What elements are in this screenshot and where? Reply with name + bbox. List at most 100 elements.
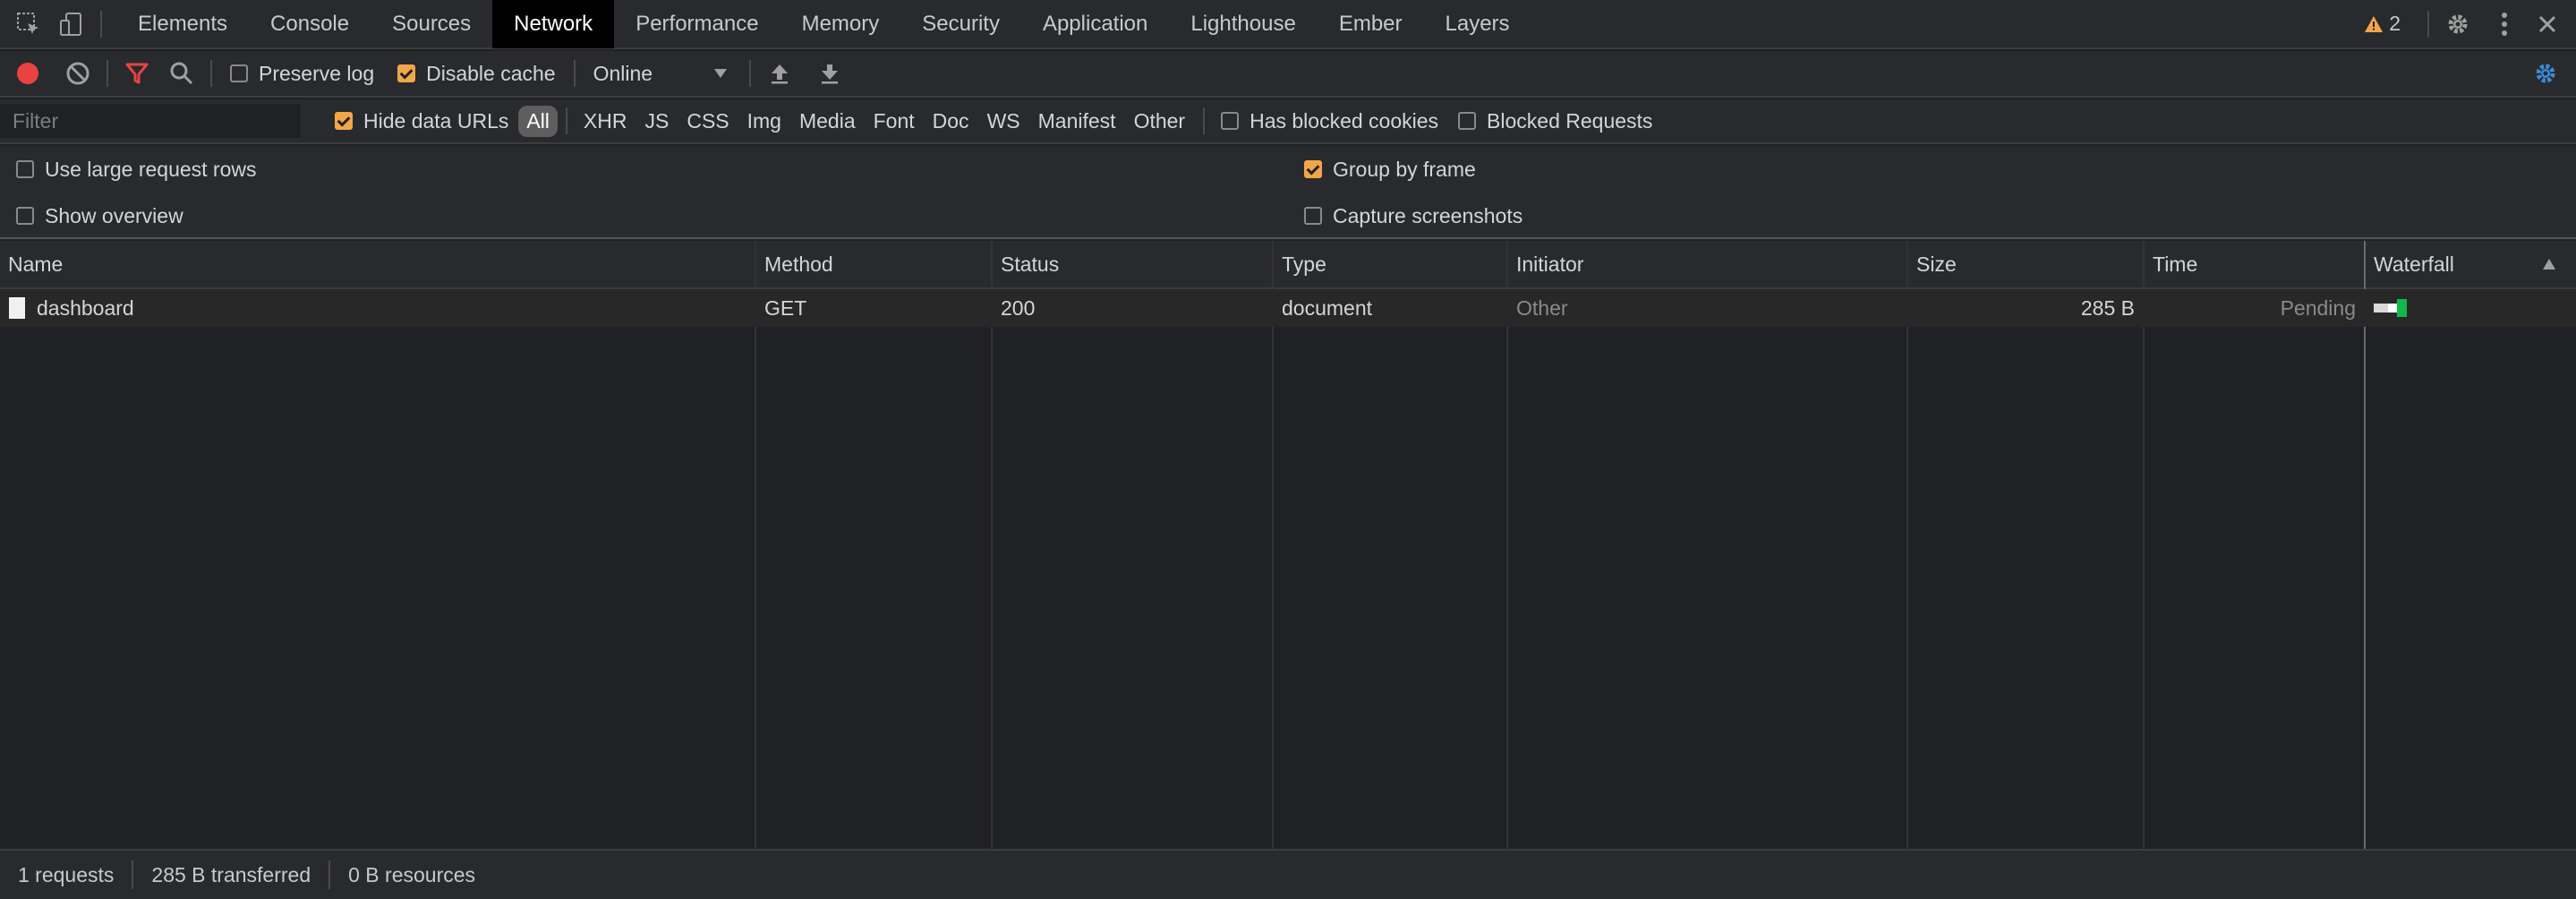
large-rows-checkbox[interactable]: Use large request rows (16, 155, 257, 184)
tab-memory[interactable]: Memory (780, 0, 901, 48)
has-blocked-cookies-checkbox[interactable]: Has blocked cookies (1221, 109, 1438, 133)
type-filter-doc[interactable]: Doc (925, 106, 977, 137)
type-filter-css[interactable]: CSS (678, 106, 737, 137)
status-transferred: 285 B transferred (132, 860, 328, 889)
panel-tabs: Elements Console Sources Network Performance… (116, 0, 1531, 48)
network-toolbar: Preserve log Disable cache Online (0, 51, 2576, 98)
column-divider[interactable] (1906, 241, 1908, 850)
type-filter-ws[interactable]: WS (979, 106, 1028, 137)
close-devtools-icon[interactable] (2529, 6, 2565, 42)
tab-ember[interactable]: Ember (1318, 0, 1424, 48)
column-header-size[interactable]: Size (1908, 241, 1957, 287)
disable-cache-checkbox[interactable]: Disable cache (397, 62, 556, 86)
type-filter-img[interactable]: Img (739, 106, 789, 137)
throttling-select[interactable]: Online (593, 62, 728, 86)
filter-input[interactable] (0, 104, 301, 138)
table-row[interactable]: dashboard GET 200 document Other 285 B P… (0, 289, 2576, 327)
tab-layers[interactable]: Layers (1424, 0, 1531, 48)
type-filter-media[interactable]: Media (791, 106, 864, 137)
column-header-initiator[interactable]: Initiator (1508, 241, 1583, 287)
throttling-value: Online (593, 61, 653, 85)
hide-data-urls-checkbox[interactable]: Hide data URLs (335, 109, 508, 133)
blocked-requests-label: Blocked Requests (1487, 108, 1653, 133)
type-filter-manifest[interactable]: Manifest (1030, 106, 1124, 137)
record-icon (17, 63, 38, 84)
device-toolbar-icon[interactable] (54, 6, 90, 42)
cell-method: GET (764, 295, 807, 320)
cell-time: Pending (2280, 295, 2356, 320)
filter-icon (125, 63, 149, 84)
preserve-log-checkbox[interactable]: Preserve log (230, 62, 374, 86)
toolbar-divider (748, 60, 751, 87)
tab-elements[interactable]: Elements (116, 0, 249, 48)
type-filter-js[interactable]: JS (636, 106, 677, 137)
toolbar-divider (573, 60, 576, 87)
sort-ascending-icon[interactable] (2542, 258, 2556, 270)
filter-toggle-button[interactable] (119, 56, 155, 91)
column-header-type[interactable]: Type (1274, 241, 1326, 287)
upload-icon (771, 64, 788, 84)
import-har-button[interactable] (762, 56, 798, 91)
checkbox-box[interactable] (1304, 207, 1322, 225)
tab-performance[interactable]: Performance (614, 0, 780, 48)
column-divider[interactable] (1506, 241, 1508, 850)
type-filter-all[interactable]: All (518, 105, 558, 137)
checkbox-box[interactable] (335, 112, 353, 130)
toolbar-divider (1203, 107, 1206, 134)
tab-lighthouse[interactable]: Lighthouse (1169, 0, 1317, 48)
column-header-name[interactable]: Name (0, 241, 63, 287)
column-divider[interactable] (2364, 241, 2366, 850)
chevron-down-icon (713, 69, 727, 78)
checkbox-box[interactable] (1458, 112, 1477, 130)
tab-console[interactable]: Console (249, 0, 371, 48)
cell-type: document (1282, 295, 1373, 320)
checkbox-box[interactable] (1221, 112, 1240, 130)
tab-security[interactable]: Security (900, 0, 1021, 48)
more-options-icon[interactable] (2486, 6, 2522, 42)
export-har-button[interactable] (812, 56, 848, 91)
status-resources: 0 B resources (328, 860, 493, 889)
toolbar-divider (107, 60, 108, 87)
checkbox-box[interactable] (16, 207, 34, 225)
capture-screenshots-checkbox[interactable]: Capture screenshots (1304, 201, 1523, 230)
checkbox-box[interactable] (230, 64, 248, 82)
record-button[interactable] (10, 56, 46, 91)
checkbox-box[interactable] (1304, 160, 1322, 178)
column-header-time[interactable]: Time (2145, 241, 2197, 287)
show-overview-checkbox[interactable]: Show overview (16, 201, 183, 230)
warnings-indicator[interactable]: 2 (2364, 12, 2401, 36)
column-divider[interactable] (2143, 241, 2145, 850)
cell-initiator: Other (1516, 295, 1568, 320)
inspect-element-icon[interactable] (11, 6, 47, 42)
settings-gear-icon[interactable] (2440, 6, 2476, 42)
type-filter-font[interactable]: Font (866, 106, 923, 137)
tab-network[interactable]: Network (492, 0, 615, 48)
network-settings-button[interactable] (2528, 56, 2563, 91)
hide-data-urls-label: Hide data URLs (363, 108, 509, 133)
column-header-status[interactable]: Status (993, 241, 1059, 287)
clear-button[interactable] (60, 56, 96, 91)
download-icon (821, 64, 838, 84)
type-filter-other[interactable]: Other (1126, 106, 1194, 137)
warnings-count: 2 (2389, 12, 2401, 35)
search-button[interactable] (164, 56, 200, 91)
column-divider[interactable] (1272, 241, 1274, 850)
group-by-frame-checkbox[interactable]: Group by frame (1304, 155, 1476, 184)
request-table: Name Method Status Type Initiator Size T… (0, 241, 2576, 850)
tab-sources[interactable]: Sources (371, 0, 492, 48)
column-header-method[interactable]: Method (756, 241, 833, 287)
column-divider[interactable] (991, 241, 993, 850)
toolbar-divider (210, 60, 212, 87)
blocked-requests-checkbox[interactable]: Blocked Requests (1458, 109, 1652, 133)
checkbox-box[interactable] (397, 64, 416, 82)
capture-screenshots-label: Capture screenshots (1333, 203, 1523, 227)
request-name: dashboard (37, 295, 134, 320)
table-header: Name Method Status Type Initiator Size T… (0, 241, 2576, 289)
column-header-waterfall[interactable]: Waterfall (2366, 241, 2454, 287)
cell-status: 200 (1001, 295, 1036, 320)
network-status-bar: 1 requests 285 B transferred 0 B resourc… (0, 849, 2576, 899)
column-divider[interactable] (755, 241, 756, 850)
type-filter-xhr[interactable]: XHR (576, 106, 635, 137)
tab-application[interactable]: Application (1021, 0, 1169, 48)
checkbox-box[interactable] (16, 160, 34, 178)
